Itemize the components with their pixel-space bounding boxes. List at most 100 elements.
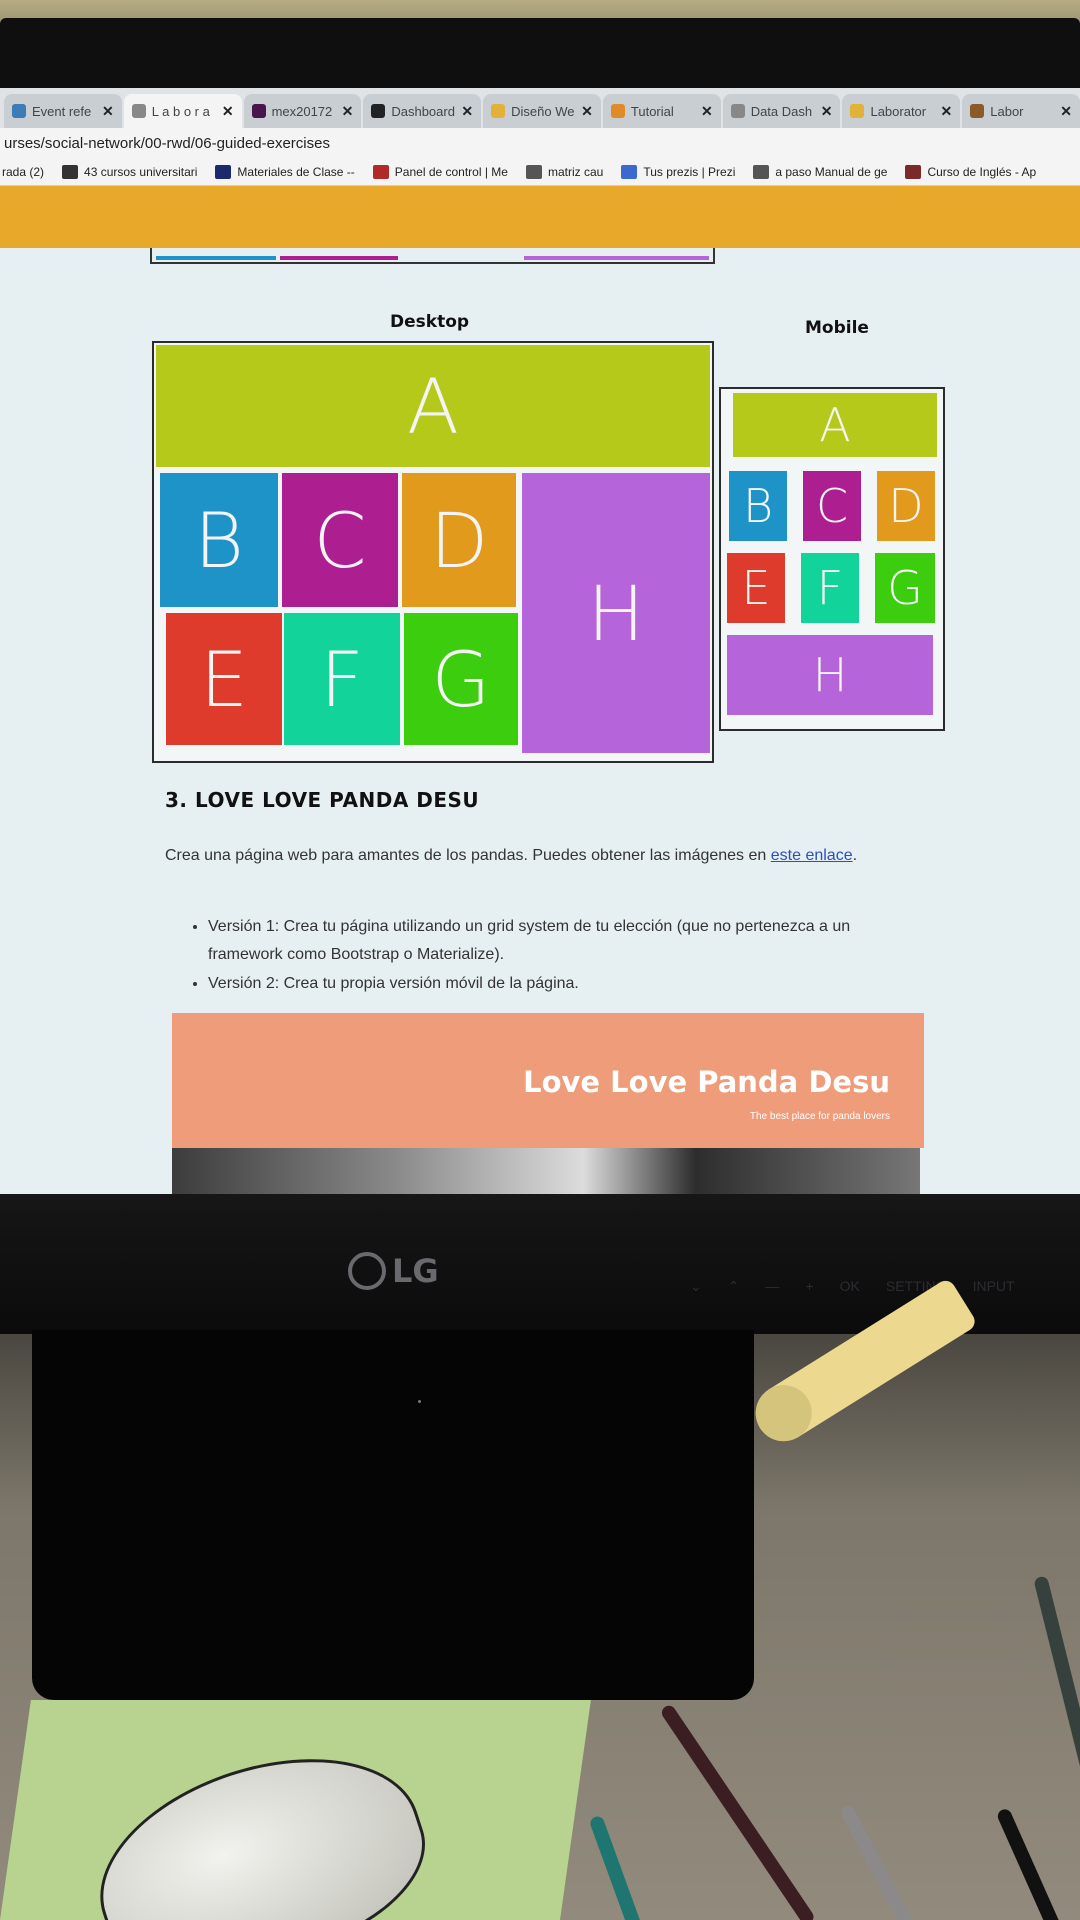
bookmark-item[interactable]: rada (2): [2, 165, 44, 179]
bookmark-label: a paso Manual de ge: [775, 164, 888, 179]
grid-cell-f: F: [284, 613, 400, 745]
grid-cell-e: E: [166, 613, 282, 745]
grid-cell-d: D: [402, 473, 516, 607]
document-icon: [730, 104, 745, 118]
bookmark-item[interactable]: Panel de control | Me: [372, 164, 508, 179]
bookmark-label: Materiales de Clase --: [237, 164, 355, 179]
mobile-cell-e: E: [727, 553, 785, 623]
monitor-stand: [32, 1330, 754, 1700]
close-icon[interactable]: ✕: [102, 103, 114, 120]
browser-tab[interactable]: Diseño We ✕: [483, 94, 601, 128]
grid-cell-g: G: [404, 613, 518, 745]
close-icon[interactable]: ✕: [222, 103, 234, 120]
tab-title: L a b o r a: [151, 103, 210, 119]
tab-title: Dashboard: [391, 103, 455, 119]
google-drive-icon: [491, 104, 506, 118]
bookmark-item[interactable]: Materiales de Clase --: [215, 164, 355, 179]
brand-text: LG: [392, 1252, 439, 1290]
list-item: Versión 1: Crea tu página utilizando un …: [208, 913, 928, 969]
bookmark-item[interactable]: a paso Manual de ge: [753, 164, 888, 179]
grid-cell-b: B: [160, 473, 278, 607]
bookmark-item[interactable]: matriz cau: [525, 164, 604, 179]
list-item: Versión 2: Crea tu propia versión móvil …: [208, 970, 928, 998]
bookmark-label: Curso de Inglés - Ap: [927, 164, 1037, 179]
paragraph-end: .: [852, 847, 858, 864]
bookmark-item[interactable]: Tus prezis | Prezi: [621, 164, 736, 179]
grid-cell-a: A: [156, 345, 710, 467]
browser-tab[interactable]: Tutorial ✕: [602, 94, 721, 128]
panda-preview-photo: [172, 1148, 920, 1194]
document-icon: [131, 104, 146, 118]
mobile-cell-c: C: [803, 471, 861, 541]
browser-tab[interactable]: Dashboard ✕: [363, 94, 482, 128]
mobile-cell-b: B: [729, 471, 787, 541]
browser-tab[interactable]: Event refe ✕: [4, 94, 122, 128]
bookmark-label: Tus prezis | Prezi: [643, 164, 736, 179]
monitor-button[interactable]: —: [765, 1278, 779, 1295]
browser-tab[interactable]: mex20172 ✕: [243, 94, 362, 128]
browser-tab[interactable]: Labor ✕: [962, 94, 1080, 128]
lg-logo: LG: [348, 1252, 439, 1290]
monitor-buttons: ⌄ ⌃ — + OK SETTING INPUT: [690, 1278, 1015, 1295]
tab-title: Data Dash: [750, 103, 813, 119]
close-icon[interactable]: ✕: [1060, 103, 1072, 120]
uc-logo-icon: [215, 164, 232, 179]
mobile-cell-f: F: [801, 553, 859, 623]
bookmark-label: 43 cursos universitari: [84, 164, 198, 179]
monitor-button[interactable]: ⌄: [690, 1278, 702, 1295]
tab-title: Diseño We: [511, 103, 575, 119]
panda-preview-subtitle: The best place for panda lovers: [749, 1111, 890, 1122]
panda-preview-title: Love Love Panda Desu: [523, 1065, 890, 1099]
address-bar[interactable]: urses/social-network/00-rwd/06-guided-ex…: [0, 128, 1080, 158]
prezi-icon: [621, 164, 638, 179]
address-url[interactable]: urses/social-network/00-rwd/06-guided-ex…: [4, 135, 330, 152]
monitor-button[interactable]: OK: [840, 1278, 860, 1295]
stand-light: [418, 1400, 421, 1403]
tab-title: Event refe: [32, 103, 92, 119]
page-header-bar: [0, 186, 1080, 248]
desktop-caption: Desktop: [390, 312, 470, 332]
mobile-cell-d: D: [877, 471, 935, 541]
close-icon[interactable]: ✕: [342, 103, 354, 120]
mobile-cell-a: A: [733, 393, 937, 457]
bookmark-item[interactable]: Curso de Inglés - Ap: [905, 164, 1037, 179]
mobile-caption: Mobile: [805, 318, 869, 338]
github-icon: [371, 104, 386, 118]
close-icon[interactable]: ✕: [461, 103, 473, 120]
previous-figure-bottom: [150, 248, 715, 264]
version-list: Versión 1: Crea tu página utilizando un …: [208, 913, 928, 999]
book-icon: [62, 164, 79, 179]
tree-icon: [525, 164, 542, 179]
orange-icon: [610, 104, 625, 118]
close-icon[interactable]: ✕: [701, 103, 713, 120]
monitor-button[interactable]: ⌃: [728, 1278, 740, 1295]
lg-circle-icon: [348, 1252, 386, 1290]
browser-tab[interactable]: Laborator ✕: [842, 94, 961, 128]
bookmark-label: rada (2): [2, 164, 45, 179]
folder-icon: [850, 104, 865, 118]
close-icon[interactable]: ✕: [581, 103, 593, 120]
close-icon[interactable]: ✕: [941, 103, 953, 120]
square-icon: [905, 164, 922, 179]
tab-title: mex20172: [271, 103, 333, 119]
monitor-screen: Event refe ✕ L a b o r a ✕ mex20172 ✕ Dashboar…: [0, 88, 1080, 1194]
bookmark-label: matriz cau: [547, 164, 604, 179]
images-link[interactable]: este enlace: [771, 847, 853, 864]
monitor-button[interactable]: INPUT: [973, 1278, 1015, 1295]
browser-tab[interactable]: Data Dash ✕: [722, 94, 841, 128]
grid-cell-h: H: [522, 473, 710, 753]
mobile-cell-h: H: [727, 635, 933, 715]
brown-square-icon: [970, 104, 985, 118]
close-icon[interactable]: ✕: [821, 103, 833, 120]
tab-title: Labor: [990, 103, 1024, 119]
bookmarks-bar: rada (2) 43 cursos universitari Materiales…: [0, 158, 1080, 186]
slack-hash-icon: [251, 104, 266, 118]
section-title: 3. LOVE LOVE PANDA DESU: [165, 788, 480, 812]
tab-title: Tutorial: [630, 103, 674, 119]
bookmark-item[interactable]: 43 cursos universitari: [62, 164, 198, 179]
browser-tab[interactable]: L a b o r a ✕: [123, 94, 242, 128]
panda-preview-banner: Love Love Panda Desu The best place for …: [172, 1013, 924, 1148]
mx-logo-icon: [372, 164, 389, 179]
monitor-button[interactable]: +: [805, 1278, 813, 1295]
grid-cell-c: C: [282, 473, 398, 607]
